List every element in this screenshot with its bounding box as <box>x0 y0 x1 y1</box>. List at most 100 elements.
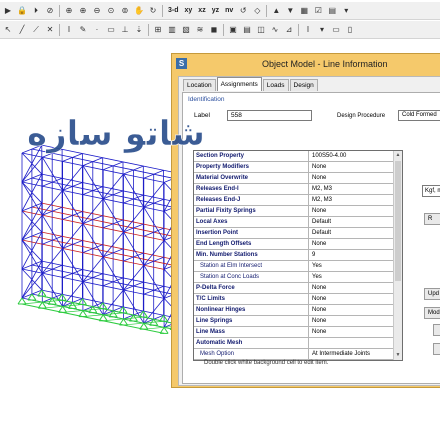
pan-icon[interactable]: ✋ <box>133 5 145 17</box>
property-value[interactable]: At Intermediate Joints <box>309 349 394 359</box>
property-row[interactable]: Station at Conc Loads Yes <box>194 272 394 283</box>
property-value[interactable]: Yes <box>309 272 394 282</box>
property-row[interactable]: Releases End-J M2, M3 <box>194 195 394 206</box>
down-arrow-icon[interactable]: ▼ <box>284 5 296 17</box>
property-row[interactable]: Automatic Mesh <box>194 338 394 349</box>
tab-loads[interactable]: Loads <box>262 79 289 91</box>
property-row[interactable]: Releases End-I M2, M3 <box>194 184 394 195</box>
window-icon[interactable]: ▭ <box>330 24 342 36</box>
draw-brace-icon[interactable]: ✕ <box>44 24 56 36</box>
tab-assignments[interactable]: Assignments <box>216 77 262 91</box>
scroll-thumb[interactable] <box>395 161 401 281</box>
model-3d-view[interactable] <box>0 40 175 440</box>
property-value[interactable]: None <box>309 294 394 304</box>
forces-icon[interactable]: ⊿ <box>283 24 295 36</box>
draw-frame-icon[interactable]: ╱ <box>16 24 28 36</box>
property-value[interactable]: None <box>309 283 394 293</box>
zoom-fit-icon[interactable]: ⊙ <box>105 5 117 17</box>
property-value[interactable]: M2, M3 <box>309 184 394 194</box>
r-button[interactable]: R <box>424 213 440 225</box>
dialog-title-bar[interactable]: S Object Model - Line Information <box>172 54 440 74</box>
panel-icon[interactable]: ▯ <box>344 24 356 36</box>
select-icon[interactable]: ↖ <box>2 24 14 36</box>
play-icon[interactable]: ⏵ <box>30 5 42 17</box>
area-icon[interactable]: ▭ <box>105 24 117 36</box>
modify-button[interactable]: Mod <box>424 307 440 319</box>
table-icon[interactable]: ▤ <box>241 24 253 36</box>
property-value[interactable]: Yes <box>309 261 394 271</box>
spring-icon[interactable]: ≋ <box>194 24 206 36</box>
property-value[interactable]: None <box>309 327 394 337</box>
restraint-icon[interactable]: ⊥ <box>119 24 131 36</box>
support-symbol[interactable] <box>17 297 23 305</box>
scroll-up-icon[interactable]: ▲ <box>394 151 402 160</box>
property-value[interactable]: M2, M3 <box>309 195 394 205</box>
grid-icon[interactable]: ▤ <box>326 5 338 17</box>
draw-icon[interactable]: ✎ <box>77 24 89 36</box>
material-icon[interactable]: ▧ <box>180 24 192 36</box>
property-value[interactable]: None <box>309 162 394 172</box>
view-3d-button[interactable]: 3-d <box>166 5 181 17</box>
checkbox-icon[interactable]: ☑ <box>312 5 324 17</box>
perspective-icon[interactable]: ◇ <box>251 5 263 17</box>
dropdown-icon[interactable]: ▾ <box>316 24 328 36</box>
property-row[interactable]: Station at Elm Intersect Yes <box>194 261 394 272</box>
property-value[interactable]: None <box>309 316 394 326</box>
view-xy-button[interactable]: xy <box>183 5 195 17</box>
property-value[interactable]: None <box>309 305 394 315</box>
zoom-prev-icon[interactable]: ⊚ <box>119 5 131 17</box>
property-value[interactable]: None <box>309 206 394 216</box>
property-row[interactable]: Insertion Point Default <box>194 228 394 239</box>
grid-scrollbar[interactable]: ▲ ▼ <box>393 151 402 360</box>
up-arrow-icon[interactable]: ▲ <box>270 5 282 17</box>
zoom-out-icon[interactable]: ⊖ <box>91 5 103 17</box>
scroll-down-icon[interactable]: ▼ <box>394 351 402 360</box>
lock-icon[interactable]: 🔒 <box>16 5 28 17</box>
cursor-icon[interactable]: I <box>302 24 314 36</box>
property-value[interactable]: 9 <box>309 250 394 260</box>
deformed-icon[interactable]: ∿ <box>269 24 281 36</box>
property-value[interactable]: Default <box>309 217 394 227</box>
zoom-in-icon[interactable]: ⊕ <box>77 5 89 17</box>
view-yz-button[interactable]: yz <box>210 5 221 17</box>
tab-design[interactable]: Design <box>289 79 318 91</box>
design-procedure-field[interactable]: Cold Formed <box>398 110 440 121</box>
property-value[interactable]: None <box>309 173 394 183</box>
ok-button[interactable] <box>433 324 440 336</box>
display-options-icon[interactable]: ▣ <box>227 24 239 36</box>
run-icon[interactable]: ▶ <box>2 5 14 17</box>
text-icon[interactable]: I <box>63 24 75 36</box>
assign-icon[interactable]: ⊞ <box>152 24 164 36</box>
property-value[interactable]: 100S50-4.00 <box>309 151 394 161</box>
property-row[interactable]: Nonlinear Hinges None <box>194 305 394 316</box>
draw-line-icon[interactable]: ⟋ <box>30 24 42 36</box>
rotate-view-icon[interactable]: ↺ <box>237 5 249 17</box>
property-row[interactable]: Line Springs None <box>194 316 394 327</box>
property-row[interactable]: T/C Limits None <box>194 294 394 305</box>
section-icon[interactable]: ▥ <box>166 24 178 36</box>
property-value[interactable]: None <box>309 239 394 249</box>
dropdown-icon[interactable]: ▾ <box>340 5 352 17</box>
property-value[interactable]: Default <box>309 228 394 238</box>
property-row[interactable]: Line Mass None <box>194 327 394 338</box>
rotate-icon[interactable]: ↻ <box>147 5 159 17</box>
tab-location[interactable]: Location <box>183 79 216 91</box>
load-icon[interactable]: ⇣ <box>133 24 145 36</box>
property-row[interactable]: Mesh Option At Intermediate Joints <box>194 349 394 360</box>
cancel-button[interactable] <box>433 343 440 355</box>
analysis-icon[interactable]: ⊘ <box>44 5 56 17</box>
structure-frame-drawing[interactable] <box>0 40 175 440</box>
property-row[interactable]: Local Axes Default <box>194 217 394 228</box>
property-row[interactable]: Property Modifiers None <box>194 162 394 173</box>
view-nv-button[interactable]: nv <box>223 5 235 17</box>
mass-icon[interactable]: ◼ <box>208 24 220 36</box>
property-row[interactable]: End Length Offsets None <box>194 239 394 250</box>
property-row[interactable]: Partial Fixity Springs None <box>194 206 394 217</box>
property-row[interactable]: Material Overwrite None <box>194 173 394 184</box>
property-row[interactable]: P-Delta Force None <box>194 283 394 294</box>
property-value[interactable] <box>309 338 394 348</box>
display-icon[interactable]: ▦ <box>298 5 310 17</box>
update-button[interactable]: Upd <box>424 288 440 300</box>
zoom-window-icon[interactable]: ⊕ <box>63 5 75 17</box>
view-xz-button[interactable]: xz <box>196 5 207 17</box>
